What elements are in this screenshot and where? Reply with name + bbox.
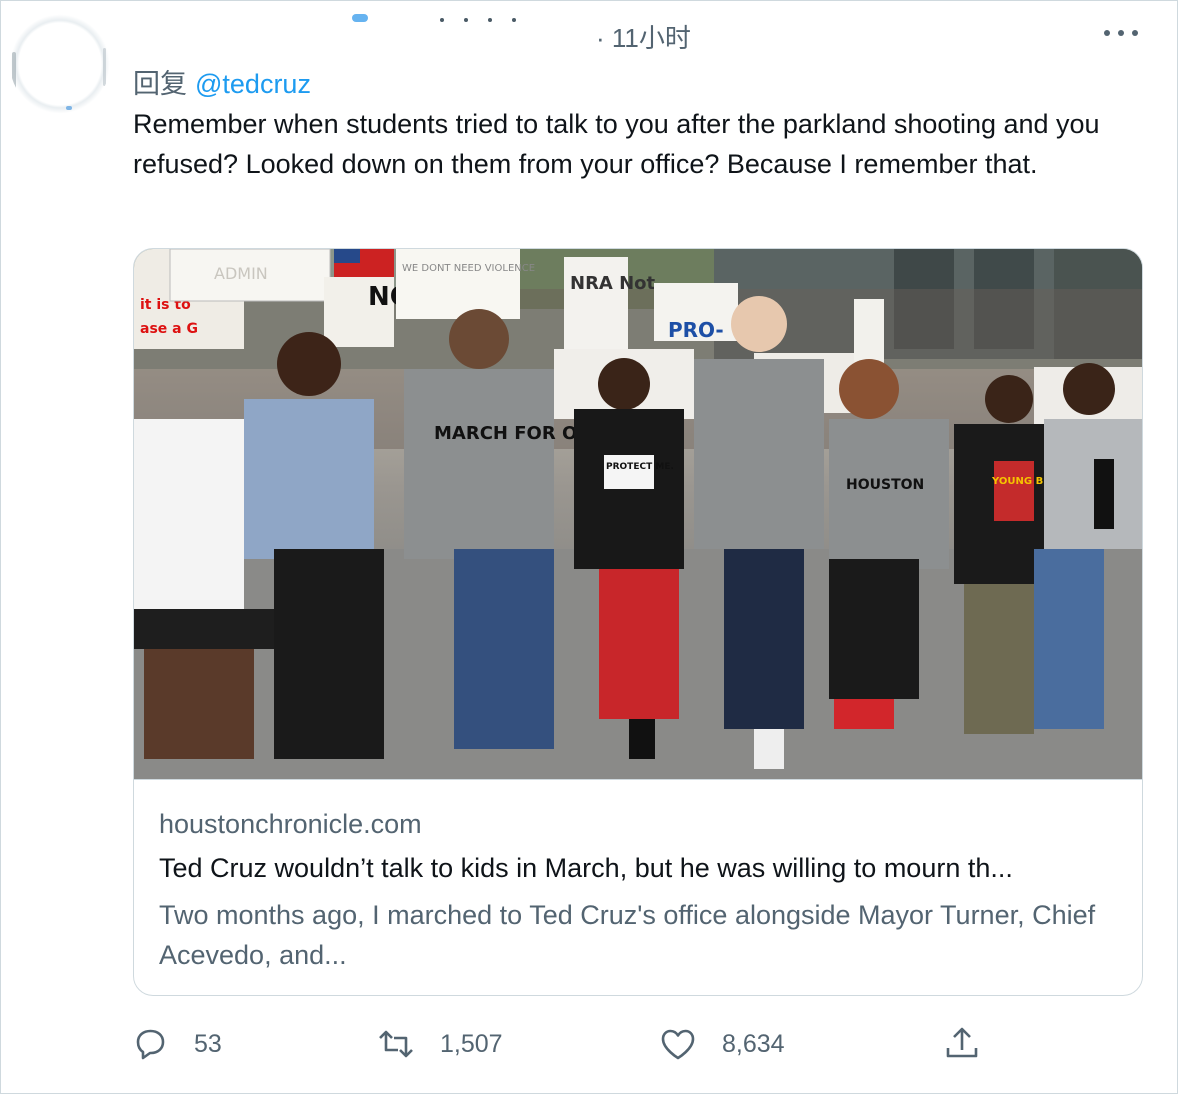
blurred-username	[340, 14, 540, 26]
reply-prefix: 回复	[133, 69, 187, 99]
card-image[interactable]: it is to ase a G ADMIN NO WE DONT NEED V…	[134, 249, 1142, 780]
shirt-text-3: HOUSTON	[846, 477, 924, 493]
tweet-actions: 53 1,507 8,634	[130, 1022, 990, 1066]
reply-count: 53	[194, 1029, 222, 1058]
card-title[interactable]: Ted Cruz wouldn’t talk to kids in March,…	[159, 853, 1117, 889]
sign-text-3: ADMIN	[214, 264, 268, 283]
retweet-icon	[379, 1030, 413, 1058]
retweet-count: 1,507	[440, 1029, 503, 1058]
card-description: Two months ago, I marched to Ted Cruz's …	[159, 900, 1096, 970]
more-icon[interactable]	[1104, 22, 1138, 44]
link-card[interactable]: it is to ase a G ADMIN NO WE DONT NEED V…	[133, 248, 1143, 996]
user-avatar[interactable]	[10, 14, 110, 114]
sign-text-2: ase a G	[140, 321, 198, 337]
reply-button[interactable]: 53	[130, 1022, 222, 1066]
reply-icon	[136, 1029, 165, 1060]
tweet-text: Remember when students tried to talk to …	[133, 109, 1100, 179]
like-icon	[661, 1029, 695, 1060]
sign-text-6: NRA Not	[570, 273, 656, 294]
reply-handle-link[interactable]: @tedcruz	[195, 69, 311, 99]
like-button[interactable]: 8,634	[658, 1022, 785, 1066]
share-icon	[946, 1027, 978, 1058]
sign-text-5: WE DONT NEED VIOLENCE	[402, 263, 535, 274]
march-photo: it is to ase a G ADMIN NO WE DONT NEED V…	[134, 249, 1142, 779]
share-button[interactable]	[942, 1022, 982, 1066]
tweet-timestamp[interactable]: · 11小时	[596, 18, 691, 55]
sign-text-7: PRO-	[668, 318, 724, 342]
reply-context: 回复 @tedcruz	[133, 62, 311, 101]
card-meta: houstonchronicle.com Ted Cruz wouldn’t t…	[159, 809, 1117, 975]
shirt-text-2: PROTECT ME.	[606, 462, 674, 472]
card-domain: houstonchronicle.com	[159, 809, 422, 839]
like-count: 8,634	[722, 1029, 785, 1058]
retweet-button[interactable]: 1,507	[376, 1022, 503, 1066]
